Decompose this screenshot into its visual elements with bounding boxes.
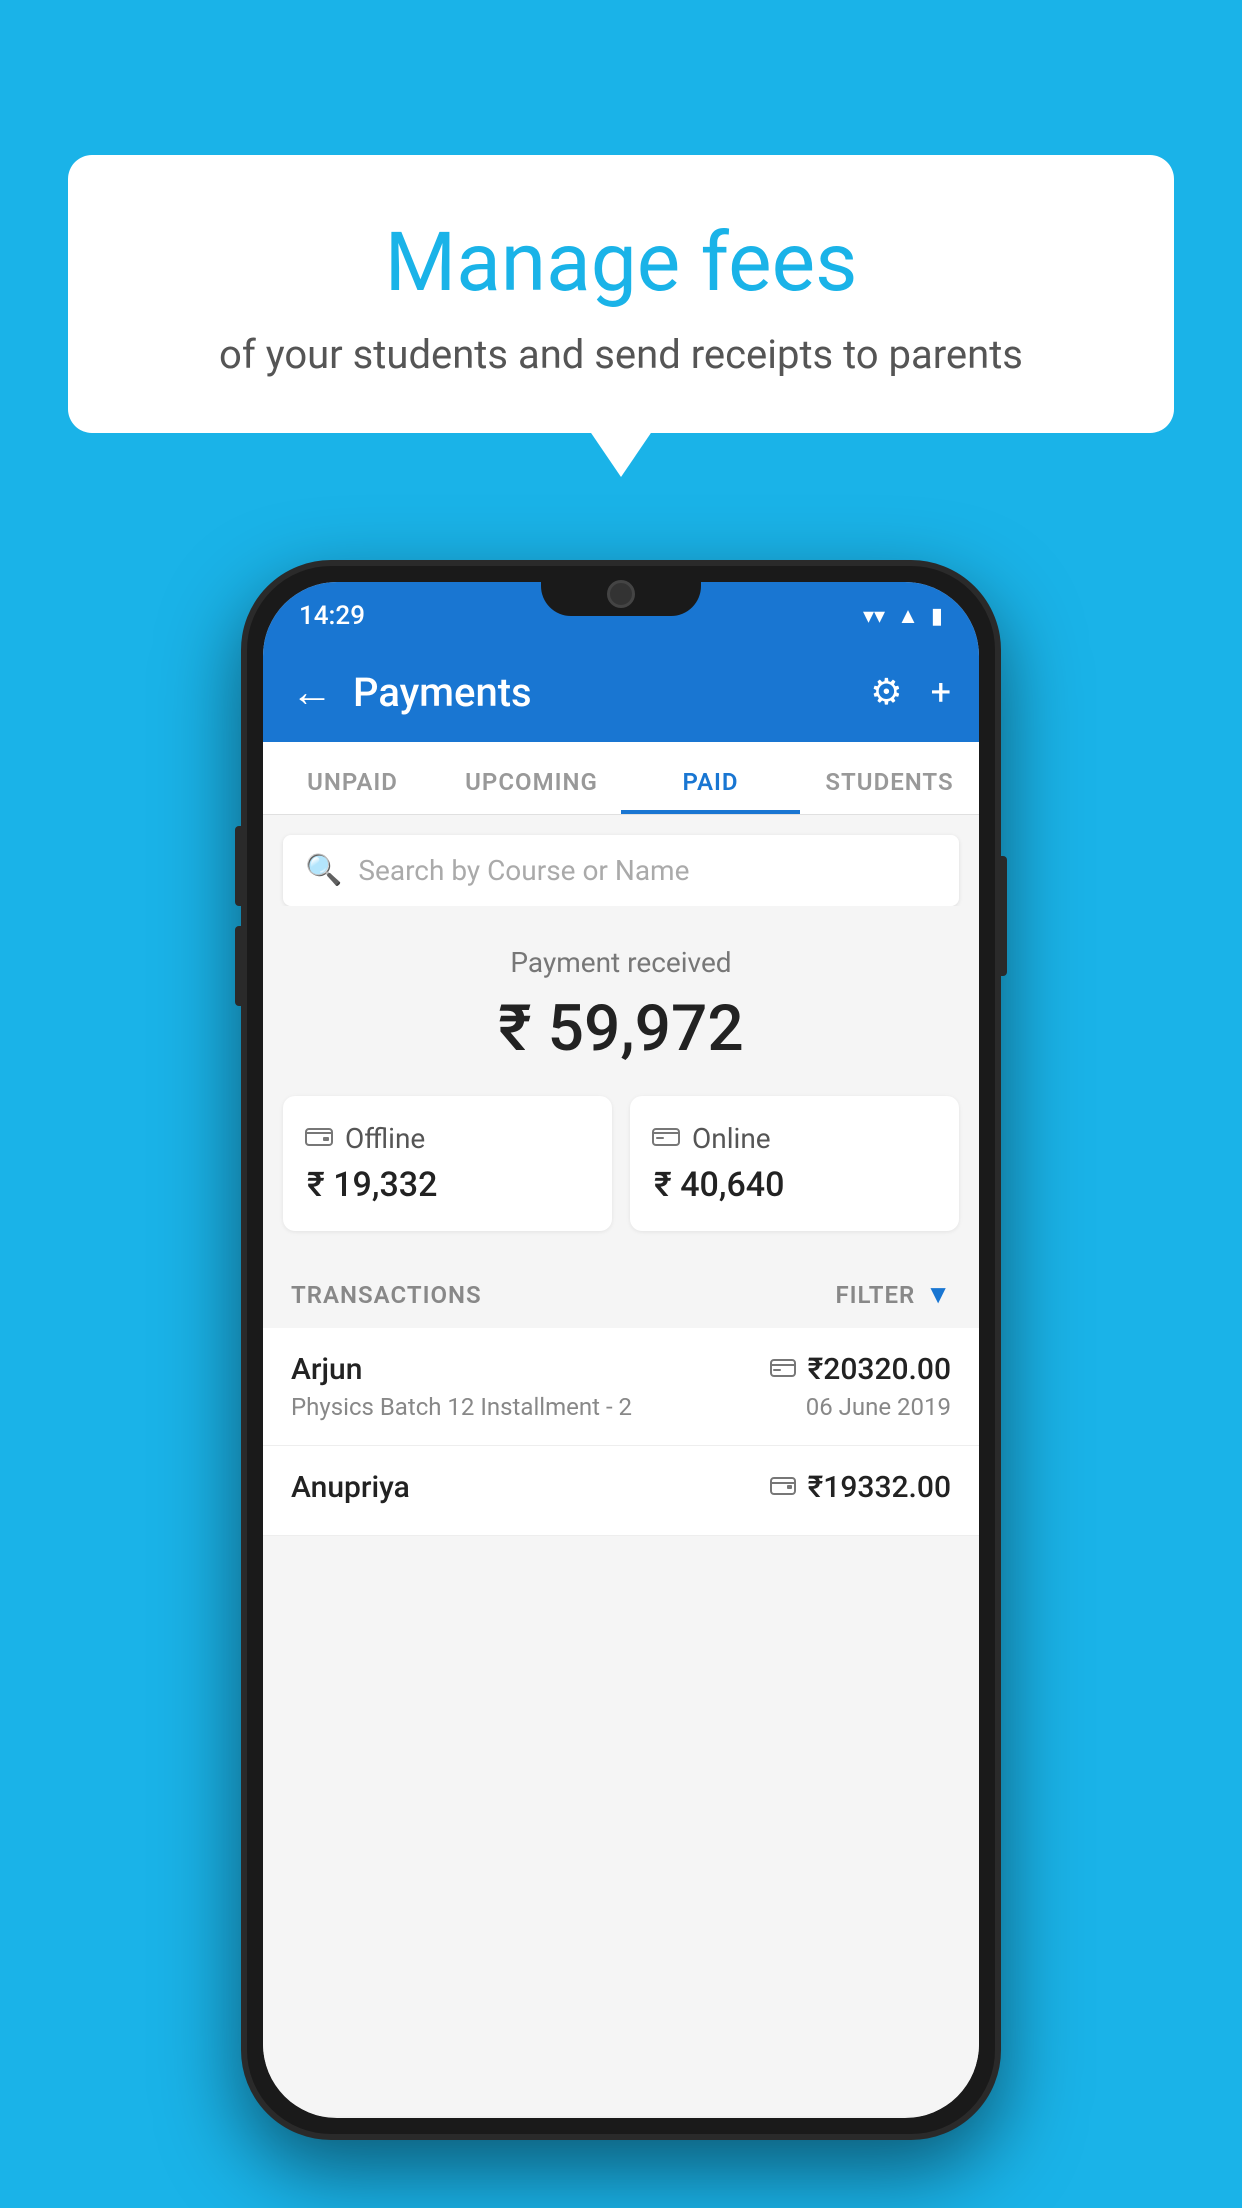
- transaction-top: Anupriya ₹19332.00: [291, 1470, 951, 1505]
- offline-label: Offline: [345, 1122, 425, 1155]
- speech-bubble: Manage fees of your students and send re…: [68, 155, 1174, 433]
- online-icon: [652, 1122, 680, 1155]
- wifi-icon: ▾▾: [863, 604, 885, 629]
- tab-upcoming[interactable]: UPCOMING: [442, 742, 621, 814]
- table-row[interactable]: Anupriya ₹19332.00: [263, 1446, 979, 1536]
- add-icon[interactable]: +: [931, 671, 951, 713]
- settings-icon[interactable]: ⚙: [870, 671, 902, 713]
- tab-paid[interactable]: PAID: [621, 742, 800, 814]
- transaction-desc: Physics Batch 12 Installment - 2: [291, 1393, 632, 1421]
- search-icon: 🔍: [305, 853, 342, 888]
- tab-unpaid[interactable]: UNPAID: [263, 742, 442, 814]
- transactions-label: TRANSACTIONS: [291, 1281, 482, 1309]
- phone-device: 14:29 ▾▾ ▲ ▮ ← Payments ⚙ + UNPAID UPC: [241, 560, 1001, 2140]
- online-card-top: Online: [652, 1122, 937, 1155]
- speech-bubble-subtitle: of your students and send receipts to pa…: [108, 331, 1134, 378]
- battery-icon: ▮: [931, 604, 943, 629]
- app-bar: ← Payments ⚙ +: [263, 642, 979, 742]
- app-bar-actions: ⚙ +: [870, 671, 951, 713]
- phone-screen: 14:29 ▾▾ ▲ ▮ ← Payments ⚙ + UNPAID UPC: [263, 582, 979, 2118]
- speech-bubble-title: Manage fees: [108, 215, 1134, 311]
- transactions-header: TRANSACTIONS FILTER ▼: [263, 1261, 979, 1328]
- volume-up-button: [235, 826, 245, 906]
- app-bar-title: Payments: [353, 669, 850, 716]
- signal-icon: ▲: [897, 603, 919, 629]
- payment-cards: Offline ₹ 19,332: [283, 1096, 959, 1231]
- transaction-name: Anupriya: [291, 1470, 410, 1505]
- camera-icon: [607, 580, 635, 608]
- filter-icon: ▼: [925, 1279, 951, 1310]
- card-payment-icon: [770, 1355, 796, 1385]
- status-time: 14:29: [299, 601, 365, 631]
- payment-received-label: Payment received: [283, 946, 959, 979]
- search-input[interactable]: Search by Course or Name: [358, 854, 689, 887]
- offline-card-top: Offline: [305, 1122, 590, 1155]
- online-label: Online: [692, 1122, 771, 1155]
- phone-notch: [541, 566, 701, 616]
- content-area: 🔍 Search by Course or Name Payment recei…: [263, 815, 979, 2116]
- transaction-right: ₹20320.00: [770, 1352, 951, 1387]
- payment-summary: Payment received ₹ 59,972: [263, 906, 979, 1096]
- filter-area[interactable]: FILTER ▼: [835, 1279, 951, 1310]
- search-bar[interactable]: 🔍 Search by Course or Name: [283, 835, 959, 906]
- online-amount: ₹ 40,640: [654, 1165, 937, 1205]
- offline-icon: [305, 1122, 333, 1155]
- cash-payment-icon: [770, 1473, 796, 1503]
- transaction-bottom: Physics Batch 12 Installment - 2 06 June…: [291, 1393, 951, 1421]
- payment-total-amount: ₹ 59,972: [283, 991, 959, 1066]
- tab-students[interactable]: STUDENTS: [800, 742, 979, 814]
- offline-amount: ₹ 19,332: [307, 1165, 590, 1205]
- filter-label: FILTER: [835, 1281, 915, 1309]
- transaction-amount: ₹19332.00: [808, 1470, 951, 1505]
- status-icons: ▾▾ ▲ ▮: [863, 603, 943, 629]
- online-card: Online ₹ 40,640: [630, 1096, 959, 1231]
- tabs-bar: UNPAID UPCOMING PAID STUDENTS: [263, 742, 979, 815]
- table-row[interactable]: Arjun ₹20320.00: [263, 1328, 979, 1446]
- transaction-right: ₹19332.00: [770, 1470, 951, 1505]
- transaction-amount: ₹20320.00: [808, 1352, 951, 1387]
- transaction-top: Arjun ₹20320.00: [291, 1352, 951, 1387]
- transaction-date: 06 June 2019: [806, 1393, 951, 1421]
- transaction-name: Arjun: [291, 1352, 362, 1387]
- power-button: [997, 856, 1007, 976]
- offline-card: Offline ₹ 19,332: [283, 1096, 612, 1231]
- volume-down-button: [235, 926, 245, 1006]
- back-button[interactable]: ←: [291, 668, 333, 717]
- phone-shell: 14:29 ▾▾ ▲ ▮ ← Payments ⚙ + UNPAID UPC: [241, 560, 1001, 2140]
